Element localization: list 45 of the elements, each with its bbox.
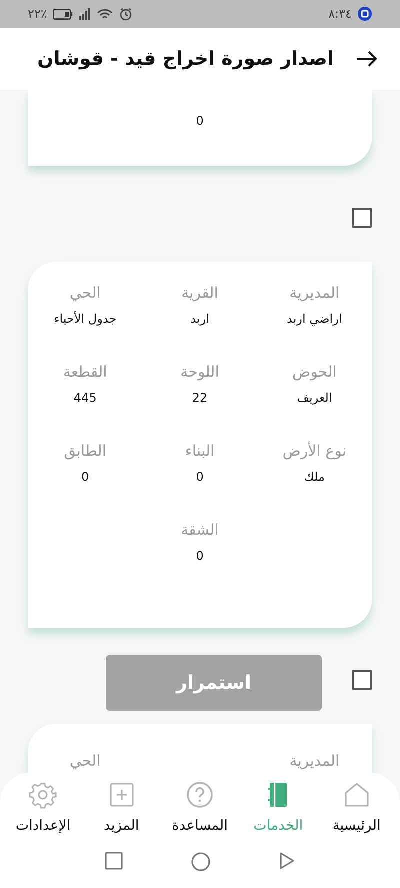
field-value: اربد xyxy=(190,312,210,326)
field-label: الشقة xyxy=(181,521,219,539)
nav-tab[interactable]: المساعدة xyxy=(162,781,238,850)
field-value: 0 xyxy=(82,470,90,484)
field-value: 0 xyxy=(196,549,204,563)
home-icon xyxy=(342,781,371,809)
back-icon[interactable] xyxy=(279,852,295,870)
field-label: البناء xyxy=(185,442,215,460)
field-label: اللوحة xyxy=(180,363,220,381)
field-label: القطعة xyxy=(63,363,108,381)
signal-icon xyxy=(79,8,92,20)
field-value: 0 xyxy=(196,114,204,128)
battery-percent: ٪٢٢ xyxy=(28,7,48,21)
field-label: القرية xyxy=(182,284,218,302)
back-arrow-icon[interactable] xyxy=(356,51,378,67)
alarm-icon xyxy=(119,8,134,20)
field-label: الحي xyxy=(70,752,101,770)
checkbox[interactable] xyxy=(352,670,372,690)
field-label: المديرية xyxy=(290,284,340,302)
app-notification-icon xyxy=(358,7,372,21)
plus-box-icon xyxy=(108,781,136,809)
field-label: الحي xyxy=(70,284,101,302)
settings-icon xyxy=(29,781,58,809)
checkbox[interactable] xyxy=(352,208,372,228)
field-value: 445 xyxy=(74,391,97,405)
field-value: جدول الأحياء xyxy=(54,312,117,326)
field-label: نوع الأرض xyxy=(282,442,347,460)
clock: ٨:٣٤ xyxy=(328,7,352,21)
field-label: الحوض xyxy=(292,363,337,381)
nav-tab[interactable]: الإعدادات xyxy=(5,781,82,850)
recent-apps-icon[interactable] xyxy=(105,852,123,870)
field-value: 0 xyxy=(196,470,204,484)
page-title: اصدار صورة اخراج قيد - قوشان xyxy=(38,48,334,70)
field-value: ملك xyxy=(304,470,325,484)
field-label: الطابق xyxy=(64,442,107,460)
field-value: 22 xyxy=(192,391,208,405)
nav-tab[interactable]: الرئيسية xyxy=(318,781,395,850)
field-value: اراضي اربد xyxy=(287,312,342,326)
home-button-icon[interactable] xyxy=(191,852,211,872)
wifi-icon xyxy=(97,8,114,20)
battery-icon xyxy=(53,8,74,20)
field-value: العريف xyxy=(297,391,332,405)
help-icon xyxy=(186,781,214,809)
field-label: المديرية xyxy=(290,752,340,770)
nav-tab[interactable]: المزيد xyxy=(84,781,160,850)
